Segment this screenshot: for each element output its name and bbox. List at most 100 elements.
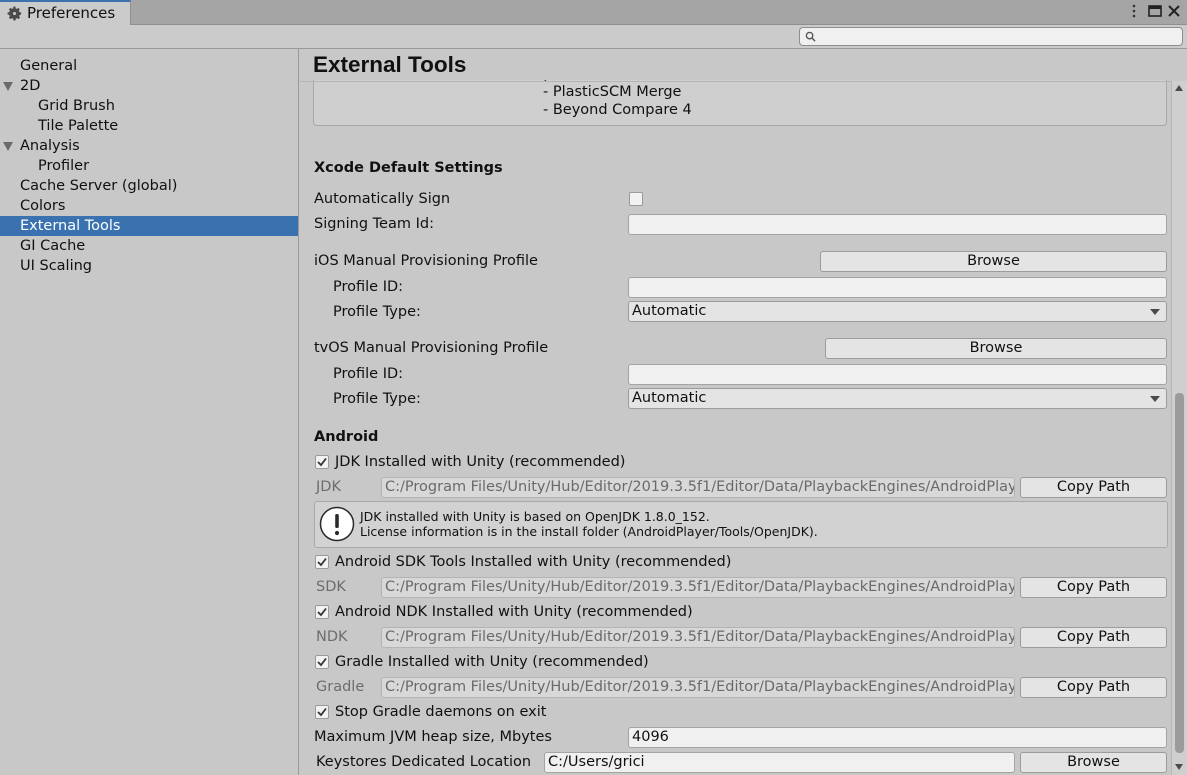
sidebar-item-label: Analysis — [20, 138, 80, 154]
jdk-toggle-label: JDK Installed with Unity (recommended) — [335, 454, 626, 470]
maximize-icon[interactable] — [1147, 3, 1163, 19]
ndk-copy-path-button[interactable]: Copy Path — [1020, 627, 1167, 648]
ndk-checkbox[interactable] — [315, 605, 329, 619]
ndk-path-field[interactable]: C:/Program Files/Unity/Hub/Editor/2019.3… — [381, 627, 1015, 648]
diff-tools-info-box: · - PlasticSCM Merge - Beyond Compare 4 — [313, 80, 1167, 126]
checkmark-icon — [317, 657, 327, 667]
stop-gradle-label: Stop Gradle daemons on exit — [335, 704, 547, 720]
tvos-profile-type-label: Profile Type: — [333, 391, 421, 407]
keystore-location-field[interactable]: C:/Users/grici — [544, 752, 1015, 773]
ndk-toggle-label: Android NDK Installed with Unity (recomm… — [335, 604, 693, 620]
keystore-label: Keystores Dedicated Location — [316, 754, 532, 770]
vertical-scrollbar[interactable] — [1171, 81, 1187, 775]
sidebar-item-label: Colors — [20, 198, 66, 214]
xcode-section-heading: Xcode Default Settings — [314, 160, 503, 176]
sidebar-item-label: Grid Brush — [38, 98, 115, 114]
dropdown-value: Automatic — [632, 303, 707, 319]
gradle-label: Gradle — [316, 679, 365, 695]
ios-browse-button[interactable]: Browse — [820, 251, 1167, 272]
sidebar-item-label: UI Scaling — [20, 258, 93, 274]
jvm-heap-label: Maximum JVM heap size, Mbytes — [314, 729, 552, 745]
close-icon[interactable] — [1166, 3, 1182, 19]
jdk-copy-path-button[interactable]: Copy Path — [1020, 477, 1167, 498]
ios-profile-type-dropdown[interactable]: Automatic — [628, 301, 1167, 322]
scroll-up-icon[interactable] — [1175, 85, 1183, 91]
scrollbar-thumb[interactable] — [1175, 393, 1184, 753]
search-box[interactable] — [799, 27, 1183, 46]
search-icon — [805, 31, 816, 42]
sidebar-item-label: GI Cache — [20, 238, 86, 254]
auto-sign-label: Automatically Sign — [314, 191, 451, 207]
sidebar-item-grid-brush[interactable]: Grid Brush — [0, 96, 298, 116]
preferences-sidebar: General 2D Grid Brush Tile Palette Analy… — [0, 49, 299, 775]
search-input[interactable] — [820, 29, 1176, 44]
sidebar-item-profiler[interactable]: Profiler — [0, 156, 298, 176]
checkmark-icon — [317, 457, 327, 467]
gradle-checkbox[interactable] — [315, 655, 329, 669]
tvos-browse-button[interactable]: Browse — [825, 338, 1167, 359]
expand-arrow-icon[interactable] — [3, 142, 13, 151]
checkmark-icon — [317, 707, 327, 717]
sidebar-item-ui-scaling[interactable]: UI Scaling — [0, 256, 298, 276]
ios-profile-label: iOS Manual Provisioning Profile — [314, 253, 538, 269]
title-divider — [300, 81, 1171, 82]
sidebar-item-external-tools[interactable]: External Tools — [0, 216, 298, 236]
scroll-down-icon[interactable] — [1175, 764, 1183, 770]
preferences-tab[interactable]: Preferences — [0, 0, 131, 26]
sidebar-item-tile-palette[interactable]: Tile Palette — [0, 116, 298, 136]
tvos-profile-label: tvOS Manual Provisioning Profile — [314, 340, 549, 356]
diff-tool-item: - PlasticSCM Merge — [543, 84, 682, 100]
diff-tool-item: - Beyond Compare 4 — [543, 102, 692, 118]
page-title: External Tools — [313, 52, 467, 77]
sidebar-item-label: Cache Server (global) — [20, 178, 178, 194]
jdk-path-field[interactable]: C:/Program Files/Unity/Hub/Editor/2019.3… — [381, 477, 1015, 498]
gear-icon — [7, 6, 22, 21]
checkmark-icon — [317, 557, 327, 567]
gradle-toggle-label: Gradle Installed with Unity (recommended… — [335, 654, 649, 670]
sidebar-item-label: General — [20, 58, 78, 74]
sidebar-item-label: Profiler — [38, 158, 90, 174]
expand-arrow-icon[interactable] — [3, 82, 13, 91]
more-vertical-icon[interactable] — [1126, 3, 1142, 19]
dropdown-value: Automatic — [632, 390, 707, 406]
jdk-info-line: JDK installed with Unity is based on Ope… — [360, 509, 710, 524]
checkmark-icon — [317, 607, 327, 617]
sdk-path-field[interactable]: C:/Program Files/Unity/Hub/Editor/2019.3… — [381, 577, 1015, 598]
chevron-down-icon — [1150, 309, 1160, 315]
signing-team-label: Signing Team Id: — [314, 216, 434, 232]
jdk-label: JDK — [316, 479, 341, 495]
tvos-profile-id-field[interactable] — [628, 364, 1167, 385]
warning-icon — [319, 506, 355, 542]
sidebar-item-2d[interactable]: 2D — [0, 76, 298, 96]
ios-profile-id-field[interactable] — [628, 277, 1167, 298]
jdk-info-line: License information is in the install fo… — [360, 524, 818, 539]
sdk-label: SDK — [316, 579, 346, 595]
window-tab-bar: Preferences — [0, 0, 1187, 26]
sidebar-item-label: 2D — [20, 78, 41, 94]
keystore-browse-button[interactable]: Browse — [1020, 752, 1167, 773]
sidebar-item-cache-server[interactable]: Cache Server (global) — [0, 176, 298, 196]
ndk-label: NDK — [316, 629, 348, 645]
jvm-heap-field[interactable]: 4096 — [628, 727, 1167, 748]
sidebar-item-analysis[interactable]: Analysis — [0, 136, 298, 156]
gradle-copy-path-button[interactable]: Copy Path — [1020, 677, 1167, 698]
sidebar-item-general[interactable]: General — [0, 56, 298, 76]
sdk-toggle-label: Android SDK Tools Installed with Unity (… — [335, 554, 732, 570]
sidebar-item-label: Tile Palette — [38, 118, 119, 134]
sdk-copy-path-button[interactable]: Copy Path — [1020, 577, 1167, 598]
jdk-checkbox[interactable] — [315, 455, 329, 469]
sdk-checkbox[interactable] — [315, 555, 329, 569]
sidebar-item-gi-cache[interactable]: GI Cache — [0, 236, 298, 256]
auto-sign-checkbox[interactable] — [629, 192, 643, 206]
window-title: Preferences — [27, 4, 116, 22]
signing-team-field[interactable] — [628, 214, 1167, 235]
gradle-path-field[interactable]: C:/Program Files/Unity/Hub/Editor/2019.3… — [381, 677, 1015, 698]
jdk-info-text: JDK installed with Unity is based on Ope… — [360, 509, 818, 539]
external-tools-panel: · - PlasticSCM Merge - Beyond Compare 4 … — [300, 49, 1187, 775]
chevron-down-icon — [1150, 396, 1160, 402]
tvos-profile-id-label: Profile ID: — [333, 366, 404, 382]
sidebar-item-label: External Tools — [20, 218, 121, 234]
stop-gradle-checkbox[interactable] — [315, 705, 329, 719]
tvos-profile-type-dropdown[interactable]: Automatic — [628, 388, 1167, 409]
sidebar-item-colors[interactable]: Colors — [0, 196, 298, 216]
